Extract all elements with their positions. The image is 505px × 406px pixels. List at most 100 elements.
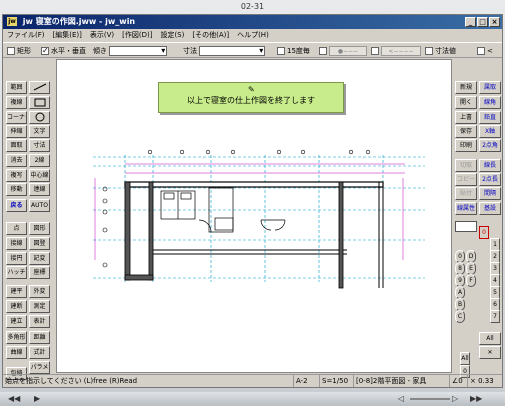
tool-double-line[interactable]: 2線 bbox=[29, 154, 50, 167]
point-style-checkbox[interactable] bbox=[319, 47, 327, 55]
overwrite-button[interactable]: 上書 bbox=[455, 111, 477, 124]
tool-stretch[interactable]: 伸縮 bbox=[6, 125, 27, 138]
skip-back-icon[interactable]: ◀◀ bbox=[8, 394, 20, 404]
play-icon[interactable]: ▶ bbox=[34, 394, 40, 404]
slope-combo[interactable] bbox=[109, 45, 168, 56]
tool-center-line[interactable]: 中心線 bbox=[29, 169, 50, 182]
arrow-end-option[interactable]: < bbox=[477, 46, 493, 57]
tool-hatch[interactable]: ハッチ bbox=[6, 266, 27, 279]
dim-value-checkbox[interactable] bbox=[425, 47, 433, 55]
group-7-button[interactable]: 7 bbox=[490, 310, 500, 323]
tool-line[interactable] bbox=[29, 81, 50, 94]
tool-chamfer[interactable]: 面取 bbox=[6, 139, 27, 152]
tool-parameter[interactable]: パラメ bbox=[29, 361, 50, 374]
slider-left-icon[interactable]: ◁ bbox=[398, 394, 404, 404]
drawing-canvas[interactable]: ✎ 以上で寝室の仕上作図を終了します bbox=[56, 59, 452, 373]
angle15-checkbox[interactable] bbox=[277, 47, 285, 55]
menu-settings[interactable]: 設定(S) bbox=[156, 31, 188, 39]
status-paper[interactable]: A-2 bbox=[293, 375, 319, 387]
tool-move[interactable]: 移動 bbox=[6, 183, 27, 196]
slider-right-icon[interactable]: ▷ bbox=[452, 394, 458, 404]
tool-undo[interactable]: 戻る bbox=[6, 199, 27, 212]
close-button[interactable]: × bbox=[489, 17, 500, 27]
rect-checkbox[interactable] bbox=[7, 47, 15, 55]
interval-button[interactable]: 間隔 bbox=[479, 187, 501, 200]
get-attribute-button[interactable]: 属取 bbox=[479, 81, 501, 94]
menu-file[interactable]: ファイル(F) bbox=[3, 31, 49, 39]
tool-formula[interactable]: 式計 bbox=[29, 346, 50, 359]
tool-circle[interactable] bbox=[29, 111, 50, 124]
all-group-button[interactable]: All bbox=[460, 352, 470, 365]
menu-other[interactable]: [その他(A)] bbox=[188, 31, 233, 39]
menu-help[interactable]: ヘルプ(H) bbox=[233, 31, 273, 39]
tool-point[interactable]: 点 bbox=[6, 222, 27, 235]
tool-range[interactable]: 範囲 bbox=[6, 81, 27, 94]
menu-edit[interactable]: [編集(E)] bbox=[49, 31, 86, 39]
open-button[interactable]: 開く bbox=[455, 96, 477, 109]
minimize-button[interactable]: _ bbox=[465, 17, 476, 27]
tool-external[interactable]: 外変 bbox=[29, 285, 50, 298]
base-settings-button[interactable]: 基設 bbox=[479, 202, 501, 215]
dim-combo[interactable] bbox=[199, 45, 266, 56]
arrow-style-checkbox[interactable] bbox=[371, 47, 379, 55]
cut-button[interactable]: 切取 bbox=[455, 159, 477, 172]
all-layer-button[interactable]: All bbox=[479, 332, 501, 345]
close-layer-icon[interactable]: ✕ bbox=[479, 346, 501, 359]
print-button[interactable]: 印刷 bbox=[455, 139, 477, 152]
point-style-option[interactable]: ●−−− bbox=[319, 46, 367, 57]
tool-copy[interactable]: 複写 bbox=[6, 169, 27, 182]
layer-f-button[interactable]: F bbox=[466, 274, 476, 287]
rect-option[interactable]: 矩形 bbox=[7, 46, 31, 57]
status-scale[interactable]: S=1/50 bbox=[319, 375, 353, 387]
status-angle[interactable]: ∠0 bbox=[449, 375, 467, 387]
tool-section[interactable]: 建断 bbox=[6, 300, 27, 313]
two-point-angle-button[interactable]: 2点角 bbox=[479, 139, 501, 152]
tool-table-calc[interactable]: 表計 bbox=[29, 315, 50, 328]
tool-symbol-change[interactable]: 記変 bbox=[29, 252, 50, 265]
tool-polygon[interactable]: 多角形 bbox=[6, 331, 27, 344]
copy-button[interactable]: コピー bbox=[455, 173, 477, 186]
vertical-button[interactable]: 鉛直 bbox=[479, 111, 501, 124]
tool-auto[interactable]: AUTO bbox=[29, 199, 50, 212]
tool-curve[interactable]: 曲線 bbox=[6, 346, 27, 359]
line-angle-button[interactable]: 線角 bbox=[479, 96, 501, 109]
skip-forward-icon[interactable]: ▶▶ bbox=[470, 394, 482, 404]
tool-measure[interactable]: 測定 bbox=[29, 300, 50, 313]
x-axis-button[interactable]: X軸 bbox=[479, 125, 501, 138]
tool-text[interactable]: 文字 bbox=[29, 125, 50, 138]
menu-draw[interactable]: [作図(D)] bbox=[118, 31, 156, 39]
arrow-end-checkbox[interactable] bbox=[477, 47, 485, 55]
tool-corner[interactable]: コーナー bbox=[6, 111, 27, 124]
tool-continuous-line[interactable]: 連線 bbox=[29, 183, 50, 196]
new-button[interactable]: 新規 bbox=[455, 81, 477, 94]
tool-elevation[interactable]: 建立 bbox=[6, 315, 27, 328]
status-layer[interactable]: [0-8]2階平面図 - 家具 bbox=[353, 375, 449, 387]
tool-tangent[interactable]: 接線 bbox=[6, 237, 27, 250]
dim-value-option[interactable]: 寸法値 bbox=[425, 46, 456, 57]
tool-tangent-circle[interactable]: 接円 bbox=[6, 252, 27, 265]
two-point-length-button[interactable]: 2点長 bbox=[479, 173, 501, 186]
line-length-button[interactable]: 線長 bbox=[479, 159, 501, 172]
tool-dimension[interactable]: 寸法 bbox=[29, 139, 50, 152]
group-0-button[interactable]: 0 bbox=[479, 226, 489, 239]
line-preview[interactable] bbox=[455, 221, 477, 232]
tool-distance[interactable]: 距離 bbox=[29, 331, 50, 344]
status-zoom[interactable]: × 0.33 bbox=[467, 375, 502, 387]
arrow-style-button[interactable]: <−−−− bbox=[381, 46, 421, 56]
line-attribute-button[interactable]: 線属性 bbox=[455, 202, 477, 215]
angle15-option[interactable]: 15度毎 bbox=[277, 46, 310, 57]
save-button[interactable]: 保存 bbox=[455, 125, 477, 138]
volume-slider[interactable] bbox=[410, 398, 450, 400]
horiz-vert-checkbox[interactable] bbox=[41, 45, 49, 56]
menu-view[interactable]: 表示(V) bbox=[86, 31, 118, 39]
tool-coordinate[interactable]: 座標 bbox=[29, 266, 50, 279]
paste-button[interactable]: 貼付 bbox=[455, 187, 477, 200]
tool-rectangle[interactable] bbox=[29, 96, 50, 109]
tool-plan[interactable]: 建平 bbox=[6, 285, 27, 298]
tool-figure-register[interactable]: 図登 bbox=[29, 237, 50, 250]
point-style-button[interactable]: ●−−− bbox=[329, 46, 367, 56]
tool-offset[interactable]: 複線 bbox=[6, 96, 27, 109]
arrow-style-option[interactable]: <−−−− bbox=[371, 46, 421, 57]
layer-c-button[interactable]: C bbox=[455, 310, 465, 323]
tool-erase[interactable]: 消去 bbox=[6, 154, 27, 167]
